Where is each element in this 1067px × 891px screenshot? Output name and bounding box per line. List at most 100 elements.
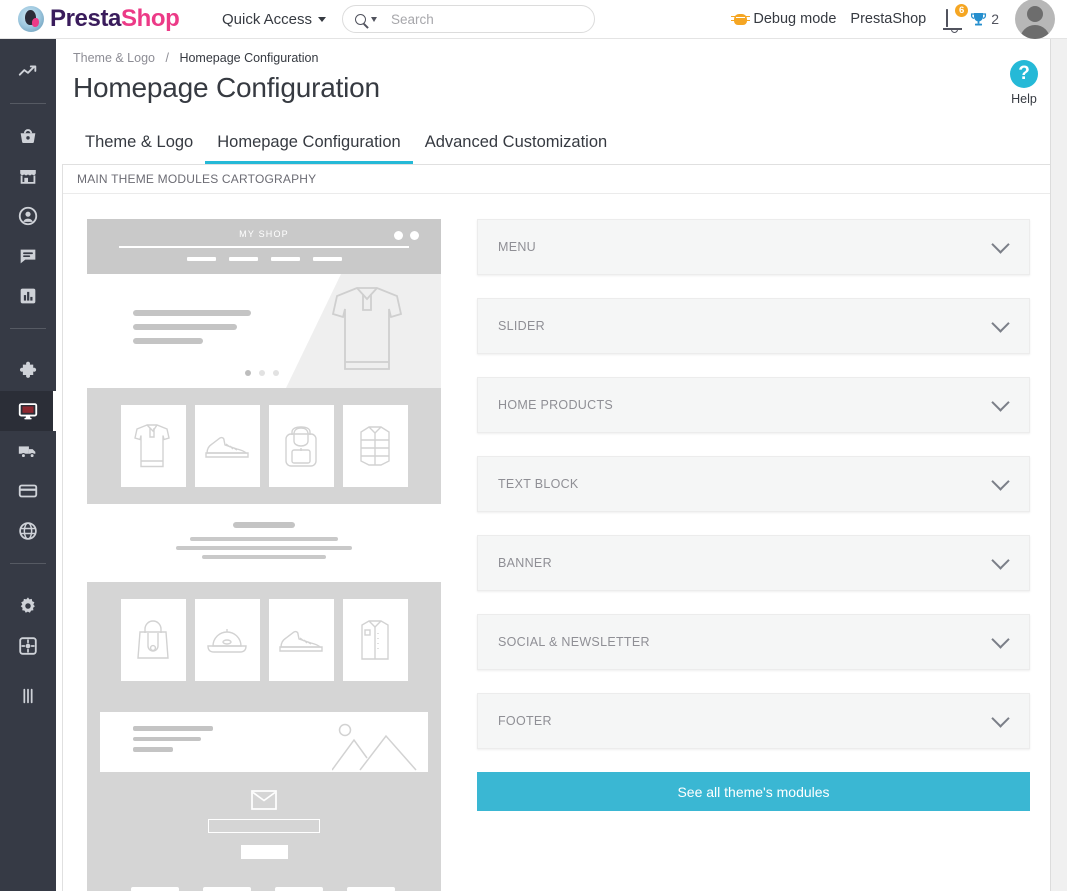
person-icon [18, 206, 38, 226]
sidebar-item-orders[interactable] [0, 116, 56, 156]
bar-chart-icon [20, 288, 36, 304]
sidebar-item-shop-parameters[interactable] [0, 586, 56, 626]
preview-block-title [233, 522, 295, 528]
preview-product-card [194, 599, 260, 681]
jacket-icon [360, 426, 390, 466]
preview-menu-item [312, 257, 342, 261]
sidebar-item-design[interactable] [0, 391, 56, 431]
see-all-theme-modules-button[interactable]: See all theme's modules [477, 772, 1030, 811]
accordion-footer[interactable]: FOOTER [477, 693, 1030, 749]
accordion-slider[interactable]: SLIDER [477, 298, 1030, 354]
top-header-bar: PrestaShop Quick Access Search Debug mod… [0, 0, 1067, 39]
chevron-down-icon [991, 550, 1010, 570]
preview-footer-column [203, 887, 253, 891]
preview-products-row-2 [87, 582, 441, 698]
sidebar-item-stats[interactable] [0, 276, 56, 316]
user-avatar[interactable] [1015, 0, 1055, 39]
preview-carousel-dots [245, 370, 279, 376]
trophy-icon [971, 12, 987, 25]
sidebar-item-international[interactable] [0, 511, 56, 551]
preview-product-card [268, 405, 334, 487]
tab-theme-and-logo[interactable]: Theme & Logo [73, 133, 205, 164]
accordion-social-newsletter[interactable]: SOCIAL & NEWSLETTER [477, 614, 1030, 670]
notification-badge: 6 [954, 3, 970, 18]
debug-mode-label: Debug mode [753, 11, 837, 27]
preview-product-card [120, 405, 186, 487]
sidebar-item-modules[interactable] [0, 351, 56, 391]
sidebar-divider [10, 563, 46, 564]
panel-heading: MAIN THEME MODULES CARTOGRAPHY [63, 165, 1060, 194]
accordion-label: SOCIAL & NEWSLETTER [498, 635, 650, 649]
panel-body: MY SHOP MENU SLIDER HOME PRODUCTS TEXT B… [63, 194, 1060, 891]
preview-text-line [133, 747, 173, 752]
search-input[interactable]: Search [342, 5, 596, 33]
preview-header-dot [410, 231, 419, 240]
question-mark-icon: ? [1010, 60, 1038, 88]
polo-shirt-icon [134, 424, 170, 468]
accordion-home-products[interactable]: HOME PRODUCTS [477, 377, 1030, 433]
tab-bar: Theme & Logo Homepage Configuration Adva… [56, 128, 1067, 164]
sidebar-divider [10, 103, 46, 104]
sneaker-icon [205, 436, 249, 458]
page-scrollbar[interactable] [1050, 39, 1067, 891]
trending-up-icon [18, 65, 37, 76]
tab-advanced-customization[interactable]: Advanced Customization [413, 133, 620, 164]
preview-menu-item [228, 257, 258, 261]
breadcrumb-separator: / [165, 51, 169, 65]
notifications-button[interactable]: 6 [946, 3, 970, 28]
preview-product-card [342, 599, 408, 681]
preview-banner-text [133, 726, 213, 758]
preview-text-line [133, 324, 237, 330]
brand-logo-area[interactable]: PrestaShop [18, 5, 208, 33]
debug-mode-indicator[interactable]: Debug mode [731, 11, 837, 27]
breadcrumb: Theme & Logo / Homepage Configuration [56, 39, 1067, 65]
chevron-down-icon [991, 234, 1010, 254]
sidebar-item-catalog[interactable] [0, 156, 56, 196]
sidebar-item-customer-service[interactable] [0, 236, 56, 276]
sidebar-item-collapse-menu[interactable] [0, 676, 56, 716]
quick-access-menu[interactable]: Quick Access [222, 11, 327, 28]
menu-bars-icon [23, 688, 33, 704]
preview-banner-section [87, 698, 441, 788]
theme-preview-mockup: MY SHOP [87, 219, 441, 891]
tab-homepage-configuration[interactable]: Homepage Configuration [205, 133, 413, 164]
modules-accordion-list: MENU SLIDER HOME PRODUCTS TEXT BLOCK BAN… [441, 219, 1036, 891]
sidebar-item-customers[interactable] [0, 196, 56, 236]
search-icon [355, 13, 367, 25]
chevron-down-icon [991, 629, 1010, 649]
sidebar-item-advanced-parameters[interactable] [0, 626, 56, 666]
accordion-label: SLIDER [498, 319, 545, 333]
cartography-panel: MAIN THEME MODULES CARTOGRAPHY MY SHOP M… [62, 164, 1061, 891]
shop-name-link[interactable]: PrestaShop [850, 11, 926, 27]
accordion-menu[interactable]: MENU [477, 219, 1030, 275]
preview-footer-column [347, 887, 397, 891]
sidebar-item-payment[interactable] [0, 471, 56, 511]
preview-text-line [133, 726, 213, 731]
shopping-basket-icon [20, 129, 36, 144]
chevron-down-icon [318, 16, 327, 22]
preview-header-dot [394, 231, 403, 240]
page-title: Homepage Configuration [73, 72, 380, 103]
achievements-button[interactable]: 2 [970, 11, 999, 27]
accordion-label: FOOTER [498, 714, 552, 728]
preview-footer-heading [203, 887, 251, 891]
preview-slider-text [133, 310, 251, 352]
chevron-down-icon[interactable] [371, 16, 378, 22]
accordion-banner[interactable]: BANNER [477, 535, 1030, 591]
sidebar-item-shipping[interactable] [0, 431, 56, 471]
brand-wordmark: PrestaShop [50, 5, 180, 33]
puzzle-piece-icon [19, 361, 37, 378]
bell-icon [946, 9, 949, 27]
preview-footer-column [131, 887, 181, 891]
breadcrumb-parent[interactable]: Theme & Logo [73, 51, 155, 65]
accordion-text-block[interactable]: TEXT BLOCK [477, 456, 1030, 512]
brand-shop-text: Shop [120, 5, 180, 32]
preview-header-icons [394, 231, 419, 240]
help-button[interactable]: ? Help [999, 60, 1049, 106]
preview-product-card [194, 405, 260, 487]
preview-text-block-section [87, 504, 441, 582]
sidebar-item-dashboard[interactable] [0, 51, 56, 91]
truck-icon [18, 446, 36, 459]
preview-menu-items [186, 257, 342, 261]
preview-newsletter-submit [240, 845, 288, 859]
